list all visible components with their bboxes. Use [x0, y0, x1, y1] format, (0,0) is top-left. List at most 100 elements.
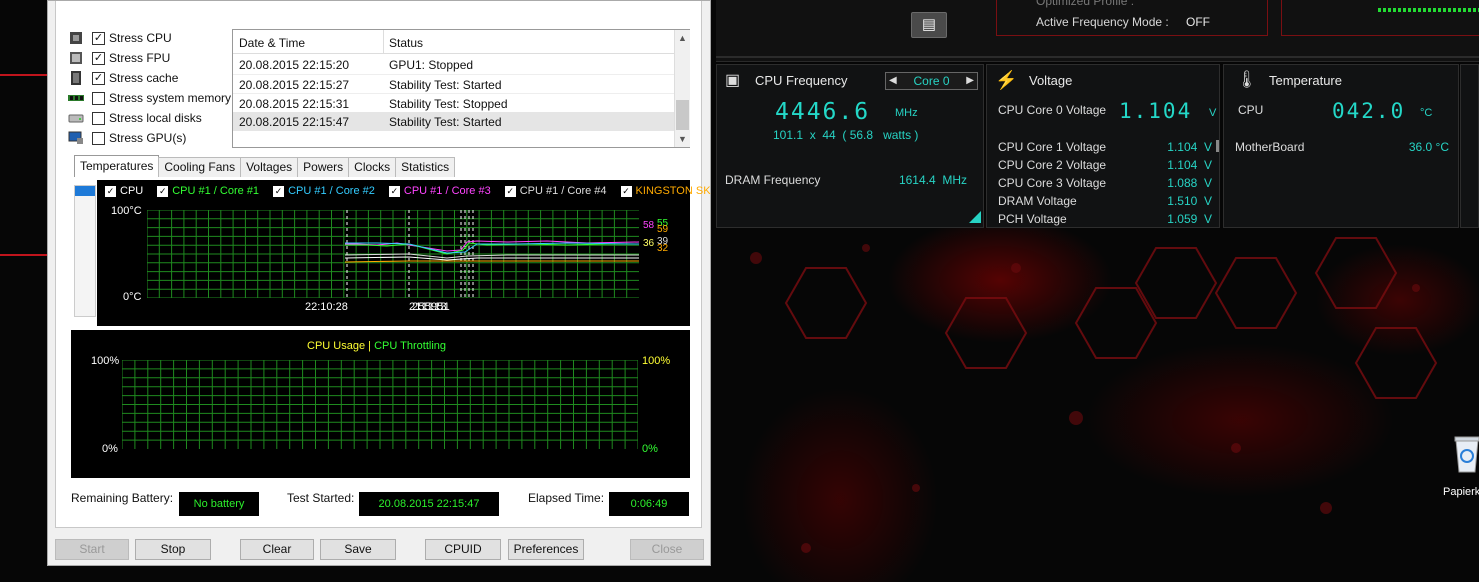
tab-temperatures[interactable]: Temperatures: [74, 155, 160, 177]
cpuid-button[interactable]: CPUID: [425, 539, 501, 560]
log-row[interactable]: 20.08.2015 22:15:20 GPU1: Stopped: [233, 55, 674, 74]
main-panel: ✓ Stress CPU ✓ Stress FPU ✓ Stress cache…: [55, 1, 711, 528]
start-button[interactable]: Start: [55, 539, 129, 560]
voltage-panel: ⚡ Voltage CPU Core 0 Voltage 1.104 V CPU…: [986, 64, 1220, 228]
stress-fpu-checkbox[interactable]: ✓: [92, 51, 105, 65]
recycle-bin-icon[interactable]: [1452, 434, 1479, 474]
stress-cpu-checkbox[interactable]: ✓: [92, 31, 105, 45]
voltage-row-value: 1.104 V: [1167, 158, 1212, 172]
cpu-throttling-label[interactable]: CPU Throttling: [374, 340, 446, 352]
legend-item[interactable]: ✓ CPU: [105, 185, 143, 197]
recycle-bin-label[interactable]: Papierk: [1443, 486, 1479, 498]
event-log-list[interactable]: Date & Time Status 20.08.2015 22:15:20 G…: [232, 29, 690, 148]
voltage-row-value: 1.104 V: [1167, 140, 1212, 154]
preferences-button[interactable]: Preferences: [508, 539, 584, 560]
legend-checkbox[interactable]: ✓: [157, 185, 169, 197]
stress-option[interactable]: Stress GPU(s): [68, 128, 231, 148]
tab-voltages[interactable]: Voltages: [240, 157, 299, 177]
next-arrow-icon[interactable]: ▶: [966, 73, 974, 89]
status-column-header[interactable]: Status: [389, 36, 423, 50]
resize-corner-icon[interactable]: [969, 211, 981, 223]
stress-option[interactable]: Stress system memory: [68, 88, 231, 108]
voltage-row-label: PCH Voltage: [998, 212, 1067, 226]
core0-voltage-unit: V: [1209, 107, 1217, 119]
date-column-header[interactable]: Date & Time: [239, 36, 305, 50]
scroll-thumb[interactable]: [676, 100, 689, 130]
scroll-up-icon[interactable]: ▲: [678, 33, 687, 43]
legend-item[interactable]: ✓ KINGSTON SK: [620, 185, 711, 197]
optimized-profile-label: Optimized Profile :: [1036, 0, 1135, 8]
legend-checkbox[interactable]: ✓: [388, 185, 400, 197]
save-button[interactable]: Save: [320, 539, 396, 560]
cache-chip-icon: [71, 71, 81, 85]
log-scrollbar[interactable]: ▲ ▼: [674, 30, 690, 147]
scroll-down-icon[interactable]: ▼: [678, 134, 687, 144]
active-frequency-mode-label: Active Frequency Mode :: [1036, 15, 1169, 29]
log-status: GPU1: Stopped: [389, 58, 474, 72]
stress-cache-checkbox[interactable]: ✓: [92, 71, 105, 85]
log-header: Date & Time Status: [233, 30, 674, 54]
legend-label: KINGSTON SK: [635, 185, 711, 197]
motherboard-temp-label: MotherBoard: [1235, 140, 1305, 154]
voltage-row-label: CPU Core 1 Voltage: [998, 140, 1107, 154]
tab-statistics[interactable]: Statistics: [395, 157, 456, 177]
cpu-temp-unit: °C: [1420, 107, 1433, 119]
legend-item[interactable]: ✓ CPU #1 / Core #3: [388, 185, 491, 197]
graph-end-value: 32: [657, 243, 669, 254]
usage-y-min-left: 0%: [102, 443, 118, 455]
stress-option[interactable]: ✓ Stress CPU: [68, 28, 231, 48]
cpu-frequency-unit: MHz: [895, 107, 918, 119]
legend-item[interactable]: ✓ CPU #1 / Core #1: [157, 185, 259, 197]
notes-icon[interactable]: ▤: [911, 12, 947, 38]
elapsed-time-value: 0:06:49: [609, 492, 689, 516]
voltage-row-value: 1.088 V: [1167, 176, 1212, 190]
stress-memory-checkbox[interactable]: [92, 91, 105, 105]
column-divider[interactable]: [383, 30, 384, 54]
legend-checkbox[interactable]: ✓: [105, 185, 116, 197]
legend-checkbox[interactable]: ✓: [504, 185, 516, 197]
temperature-plot: [147, 210, 639, 298]
red-accent-line: [0, 254, 47, 256]
log-row[interactable]: 20.08.2015 22:15:27 Stability Test: Star…: [233, 74, 674, 93]
stress-option[interactable]: Stress local disks: [68, 108, 231, 128]
tab-powers[interactable]: Powers: [297, 157, 350, 177]
fan-panel-edge: [1460, 64, 1479, 228]
legend-checkbox[interactable]: ✓: [620, 185, 632, 197]
cpu-usage-label[interactable]: CPU Usage: [307, 340, 365, 352]
voltage-scrollbar[interactable]: [1216, 140, 1219, 152]
active-frequency-mode-value: OFF: [1186, 15, 1210, 29]
core-selector[interactable]: ◀ Core 0 ▶: [885, 72, 978, 90]
red-accent-line: [0, 74, 47, 76]
temperature-legend: ✓ CPU ✓ CPU #1 / Core #1 ✓ CPU #1 / Core #2…: [105, 185, 725, 197]
cpu-temp-value: 042.0: [1332, 99, 1406, 123]
legend-item[interactable]: ✓ CPU #1 / Core #4: [504, 185, 607, 197]
clear-button[interactable]: Clear: [240, 539, 314, 560]
log-row-selected[interactable]: 20.08.2015 22:15:47 Stability Test: Star…: [233, 112, 674, 131]
status-box: [1281, 0, 1479, 36]
stress-disks-checkbox[interactable]: [92, 111, 105, 125]
log-status: Stability Test: Stopped: [389, 97, 508, 111]
stress-gpu-checkbox[interactable]: [92, 131, 105, 145]
selected-sensor-marker: [75, 186, 95, 196]
stress-option[interactable]: ✓ Stress cache: [68, 68, 231, 88]
graph-end-value: 58: [643, 220, 655, 231]
voltage-row-label: CPU Core 2 Voltage: [998, 158, 1107, 172]
graph-end-value: 36: [643, 238, 655, 249]
legend-checkbox[interactable]: ✓: [273, 185, 285, 197]
cpu-chip-icon: [70, 32, 82, 44]
dram-frequency-label: DRAM Frequency: [725, 173, 821, 187]
stress-option[interactable]: ✓ Stress FPU: [68, 48, 231, 68]
core0-voltage-label: CPU Core 0 Voltage: [998, 103, 1107, 117]
usage-y-max-left: 100%: [91, 355, 120, 367]
cpu-temp-label: CPU: [1238, 103, 1264, 117]
fpu-chip-icon: [70, 52, 82, 64]
stress-option-label: Stress CPU: [109, 31, 172, 45]
close-button[interactable]: Close: [630, 539, 704, 560]
tab-clocks[interactable]: Clocks: [348, 157, 397, 177]
sensor-selector-strip[interactable]: [74, 185, 96, 317]
stop-button[interactable]: Stop: [135, 539, 211, 560]
legend-item[interactable]: ✓ CPU #1 / Core #2: [273, 185, 375, 197]
tab-cooling-fans[interactable]: Cooling Fans: [158, 157, 242, 177]
log-row[interactable]: 20.08.2015 22:15:31 Stability Test: Stop…: [233, 93, 674, 112]
prev-arrow-icon[interactable]: ◀: [889, 73, 897, 89]
